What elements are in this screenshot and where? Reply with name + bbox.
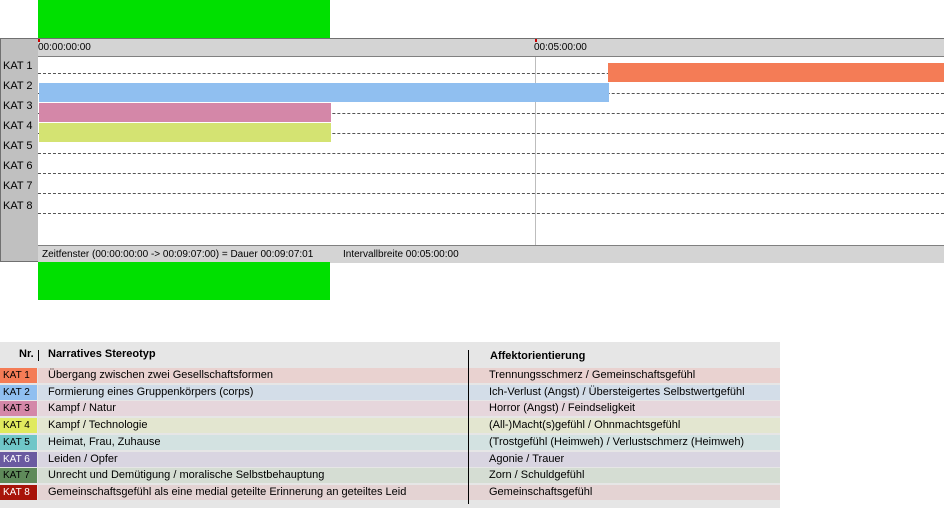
legend-row: KAT 7 Unrecht und Demütigung / moralische… (0, 467, 780, 484)
header-affekt: Affektorientierung (490, 350, 586, 362)
row-divider (38, 173, 944, 174)
kat-swatch: KAT 2 (0, 384, 37, 400)
affekt-text: Gemeinschaftsgefühl (489, 485, 593, 498)
affekt-text: Horror (Angst) / Feindseligkeit (489, 402, 636, 415)
status-interval: Intervallbreite 00:05:00:00 (343, 249, 459, 260)
row-divider (38, 193, 944, 194)
segment-kat3[interactable] (39, 103, 331, 122)
affekt-text: Zorn / Schuldgefühl (489, 469, 585, 482)
status-bar: Zeitfenster (00:00:00:00 -> 00:09:07:00)… (38, 245, 944, 263)
legend-row: KAT 6 Leiden / Opfer Agonie / Trauer (0, 451, 780, 468)
row-divider (38, 213, 944, 214)
kat-swatch: KAT 7 (0, 468, 37, 484)
row-label-kat5: KAT 5 (3, 140, 33, 152)
time-ruler[interactable]: 00:00:00:00 00:05:00:00 (38, 39, 944, 57)
stereotyp-text: Übergang zwischen zwei Gesellschaftsform… (48, 369, 273, 381)
tick-label-start: 00:00:00:00 (38, 42, 91, 53)
segment-kat2[interactable] (39, 83, 609, 102)
stereotyp-text: Unrecht und Demütigung / moralische Selb… (48, 469, 325, 482)
stereotyp-text: Kampf / Technologie (48, 419, 148, 432)
legend-row: KAT 4 Kampf / Technologie (All-)Macht(s)ge… (0, 417, 780, 434)
stereotyp-text: Gemeinschaftsgefühl als eine medial gete… (48, 485, 407, 498)
legend-table: Nr. Narratives Stereotyp Affektorientier… (0, 342, 780, 508)
legend-row: KAT 3 Kampf / Natur Horror (Angst) / Feind… (0, 400, 780, 417)
tick-label-5min: 00:05:00:00 (534, 42, 587, 53)
legend-row: KAT 8 Gemeinschaftsgefühl als eine medial… (0, 484, 780, 501)
timeline-panel: 00:00:00:00 00:05:00:00 KAT 1 KAT 2 KAT … (0, 38, 944, 263)
stereotyp-text: Formierung eines Gruppenkörpers (corps) (48, 385, 254, 398)
affekt-text: (Trostgefühl (Heimweh) / Verlustschmerz … (489, 435, 745, 448)
segment-kat4[interactable] (39, 123, 331, 142)
kat-swatch: KAT 1 (0, 368, 37, 383)
affekt-text: Trennungsschmerz / Gemeinschaftsgefühl (489, 369, 696, 381)
stereotyp-text: Leiden / Opfer (48, 452, 118, 465)
header-stereotyp: Narratives Stereotyp (48, 348, 156, 360)
kat-swatch: KAT 8 (0, 484, 37, 500)
kat-swatch: KAT 5 (0, 434, 37, 450)
affekt-text: Agonie / Trauer (489, 452, 565, 465)
affekt-text: Ich-Verlust (Angst) / Übersteigertes Sel… (489, 385, 745, 398)
row-label-kat2: KAT 2 (3, 80, 33, 92)
kat-swatch: KAT 3 (0, 401, 37, 417)
legend-row: KAT 1 Übergang zwischen zwei Gesellschaft… (0, 367, 780, 384)
header-separator (38, 350, 39, 361)
row-label-kat1: KAT 1 (3, 60, 33, 72)
row-label-kat4: KAT 4 (3, 120, 33, 132)
green-marker-top (38, 0, 330, 38)
row-label-kat6: KAT 6 (3, 160, 33, 172)
stereotyp-text: Heimat, Frau, Zuhause (48, 435, 161, 448)
header-nr: Nr. (19, 348, 34, 360)
row-label-kat7: KAT 7 (3, 180, 33, 192)
green-marker-bottom (38, 262, 330, 300)
affekt-text: (All-)Macht(s)gefühl / Ohnmachtsgefühl (489, 419, 681, 432)
legend-row: KAT 2 Formierung eines Gruppenkörpers (co… (0, 384, 780, 401)
row-divider (38, 153, 944, 154)
kat-swatch: KAT 6 (0, 451, 37, 467)
kat-swatch: KAT 4 (0, 418, 37, 434)
status-window: Zeitfenster (00:00:00:00 -> 00:09:07:00)… (42, 249, 314, 260)
row-label-kat8: KAT 8 (3, 200, 33, 212)
legend-row: KAT 5 Heimat, Frau, Zuhause (Trostgefühl (… (0, 434, 780, 451)
row-label-kat3: KAT 3 (3, 100, 33, 112)
stereotyp-text: Kampf / Natur (48, 402, 116, 415)
track-area[interactable] (38, 57, 944, 245)
segment-kat1[interactable] (608, 63, 944, 82)
